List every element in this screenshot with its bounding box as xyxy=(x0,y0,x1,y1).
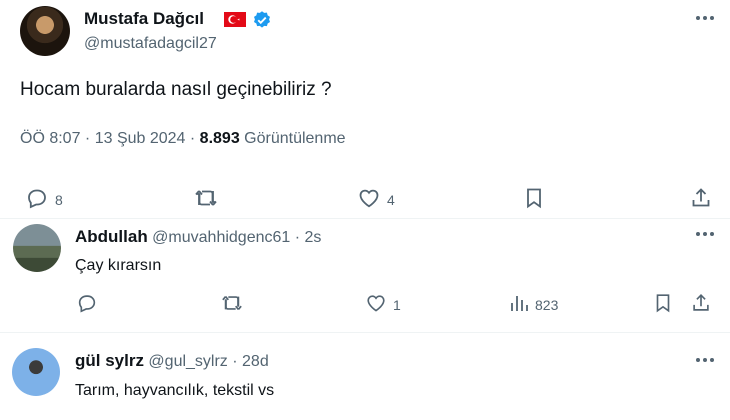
share-button[interactable] xyxy=(690,292,712,317)
divider xyxy=(0,218,730,219)
tweet-meta: ÖÖ 8:07 · 13 Şub 2024 · 8.893 Görüntülen… xyxy=(20,130,346,148)
divider xyxy=(0,332,730,333)
reply-text: Çay kırarsın xyxy=(75,257,162,274)
reply-action-bar: 1 823 xyxy=(0,292,730,322)
reply-avatar[interactable] xyxy=(13,224,61,272)
more-options-icon[interactable] xyxy=(693,10,717,26)
reply-button[interactable]: 8 xyxy=(25,186,63,213)
bookmark-icon xyxy=(522,186,546,213)
tweet-action-bar: 8 4 xyxy=(0,186,730,216)
like-button[interactable]: 1 xyxy=(365,292,401,317)
retweet-button[interactable] xyxy=(220,292,244,317)
author-handle[interactable]: @mustafadagcil27 xyxy=(84,35,217,53)
share-icon xyxy=(690,292,712,317)
reply-author-name[interactable]: gül sylrz xyxy=(75,351,144,370)
views-count: 8.893 xyxy=(199,130,240,147)
tweet-timestamp[interactable]: ÖÖ 8:07 · 13 Şub 2024 · xyxy=(20,130,200,147)
like-count: 1 xyxy=(393,296,401,313)
reply-text: Tarım, hayvancılık, tekstil vs xyxy=(75,382,275,399)
share-button[interactable] xyxy=(689,186,713,213)
more-options-icon[interactable] xyxy=(693,226,717,242)
reply-author-handle[interactable]: @muvahhidgenc61 · 2s xyxy=(152,229,321,246)
author-avatar[interactable] xyxy=(20,6,70,56)
views-count: 823 xyxy=(535,296,559,313)
reply-avatar[interactable] xyxy=(12,348,60,396)
views-label: Görüntülenme xyxy=(239,130,346,147)
more-options-icon[interactable] xyxy=(693,352,717,368)
author-name[interactable]: Mustafa Dağcıl xyxy=(84,9,204,29)
reply-button[interactable] xyxy=(76,292,98,317)
like-button[interactable]: 4 xyxy=(357,186,395,213)
verified-badge-icon xyxy=(252,10,272,30)
reply-author-handle[interactable]: @gul_sylrz · 28d xyxy=(148,353,268,370)
tweet-text: Hocam buralarda nasıl geçinebiliriz ? xyxy=(20,79,332,100)
views-button[interactable]: 823 xyxy=(509,292,558,317)
reply-header: gül sylrz @gul_sylrz · 28d xyxy=(75,351,269,371)
share-icon xyxy=(689,186,713,213)
bookmark-icon xyxy=(652,292,674,317)
retweet-button[interactable] xyxy=(193,186,219,213)
bookmark-button[interactable] xyxy=(522,186,546,213)
heart-icon xyxy=(365,292,387,317)
turkey-flag-icon xyxy=(224,12,246,27)
reply-icon xyxy=(25,186,49,213)
heart-icon xyxy=(357,186,381,213)
retweet-icon xyxy=(193,186,219,213)
bookmark-button[interactable] xyxy=(652,292,674,317)
reply-header: Abdullah @muvahhidgenc61 · 2s xyxy=(75,227,321,247)
reply-icon xyxy=(76,292,98,317)
like-count: 4 xyxy=(387,191,395,208)
reply-count: 8 xyxy=(55,191,63,208)
reply-author-name[interactable]: Abdullah xyxy=(75,227,148,246)
retweet-icon xyxy=(220,292,244,317)
analytics-icon xyxy=(509,292,529,317)
